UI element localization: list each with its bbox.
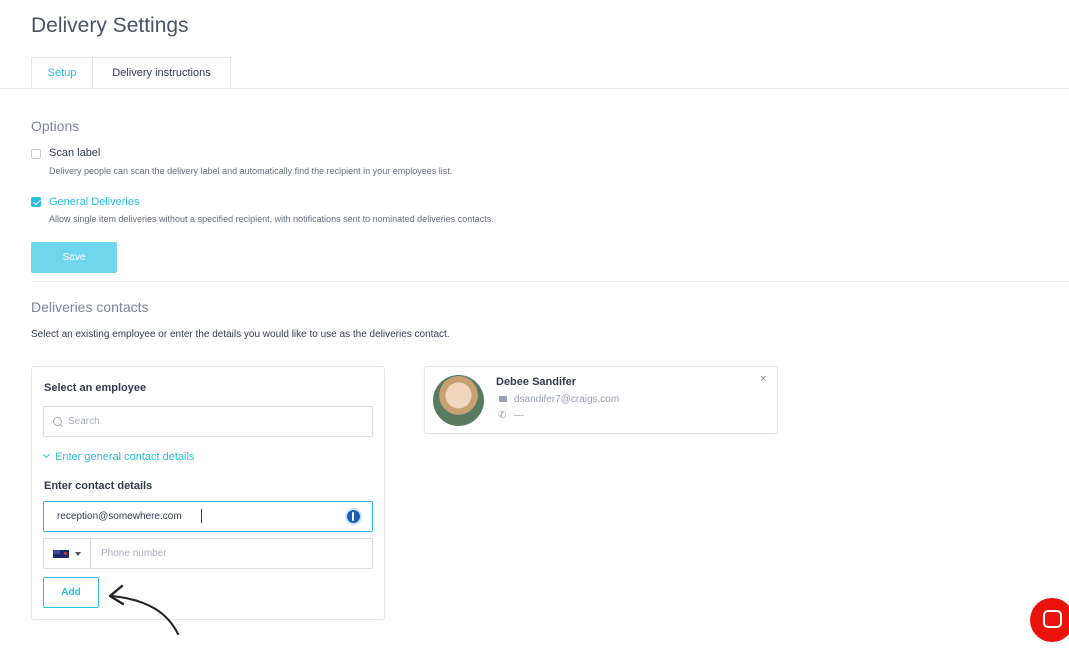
email-value: reception@somewhere.com bbox=[57, 511, 182, 522]
chat-launcher[interactable] bbox=[1030, 598, 1069, 642]
contact-email: dsandifer7@craigs.com bbox=[514, 394, 620, 405]
country-code-select[interactable] bbox=[44, 539, 91, 568]
tabs-divider bbox=[0, 88, 1069, 89]
select-employee-heading: Select an employee bbox=[44, 382, 147, 394]
search-placeholder: Search bbox=[68, 416, 100, 427]
general-deliveries-description: Allow single item deliveries without a s… bbox=[49, 214, 494, 224]
enter-general-contact-label: Enter general contact details bbox=[55, 451, 195, 463]
contacts-title: Deliveries contacts bbox=[31, 299, 149, 315]
add-button[interactable]: Add bbox=[43, 577, 99, 608]
general-deliveries-checkbox[interactable] bbox=[31, 197, 41, 207]
enter-general-contact-toggle[interactable]: Enter general contact details bbox=[42, 450, 195, 463]
phone-field[interactable]: Phone number bbox=[43, 538, 373, 569]
contacts-description: Select an existing employee or enter the… bbox=[31, 329, 450, 340]
section-divider bbox=[31, 281, 1069, 282]
search-icon bbox=[53, 417, 62, 426]
password-manager-icon[interactable] bbox=[345, 508, 362, 525]
close-icon[interactable]: × bbox=[760, 373, 766, 385]
phone-placeholder: Phone number bbox=[101, 548, 167, 559]
employee-search-input[interactable]: Search bbox=[43, 406, 373, 437]
avatar bbox=[433, 375, 484, 426]
phone-icon: ✆ bbox=[498, 410, 507, 421]
contact-name: Debee Sandifer bbox=[496, 376, 577, 388]
contact-entry-panel: Select an employee Search Enter general … bbox=[31, 366, 385, 620]
mail-icon bbox=[499, 396, 507, 402]
scan-label-description: Delivery people can scan the delivery la… bbox=[49, 166, 453, 176]
chat-icon bbox=[1043, 610, 1062, 628]
page-title: Delivery Settings bbox=[31, 14, 189, 37]
scan-label-label[interactable]: Scan label bbox=[49, 147, 100, 159]
email-field[interactable]: reception@somewhere.com bbox=[43, 501, 373, 532]
flag-icon bbox=[53, 550, 69, 558]
annotation-arrow bbox=[108, 584, 179, 635]
contact-card: Debee Sandifer dsandifer7@craigs.com ✆ —… bbox=[424, 366, 778, 434]
caret-down-icon bbox=[75, 552, 81, 556]
general-deliveries-label[interactable]: General Deliveries bbox=[49, 196, 139, 208]
tab-delivery-instructions[interactable]: Delivery instructions bbox=[93, 57, 231, 88]
contact-phone: — bbox=[514, 410, 524, 421]
options-title: Options bbox=[31, 118, 80, 134]
save-button[interactable]: Save bbox=[31, 242, 117, 273]
tab-setup[interactable]: Setup bbox=[31, 57, 93, 89]
scan-label-checkbox[interactable] bbox=[31, 149, 41, 159]
chevron-down-icon bbox=[42, 450, 51, 459]
text-cursor bbox=[201, 509, 202, 523]
enter-contact-heading: Enter contact details bbox=[44, 480, 153, 492]
